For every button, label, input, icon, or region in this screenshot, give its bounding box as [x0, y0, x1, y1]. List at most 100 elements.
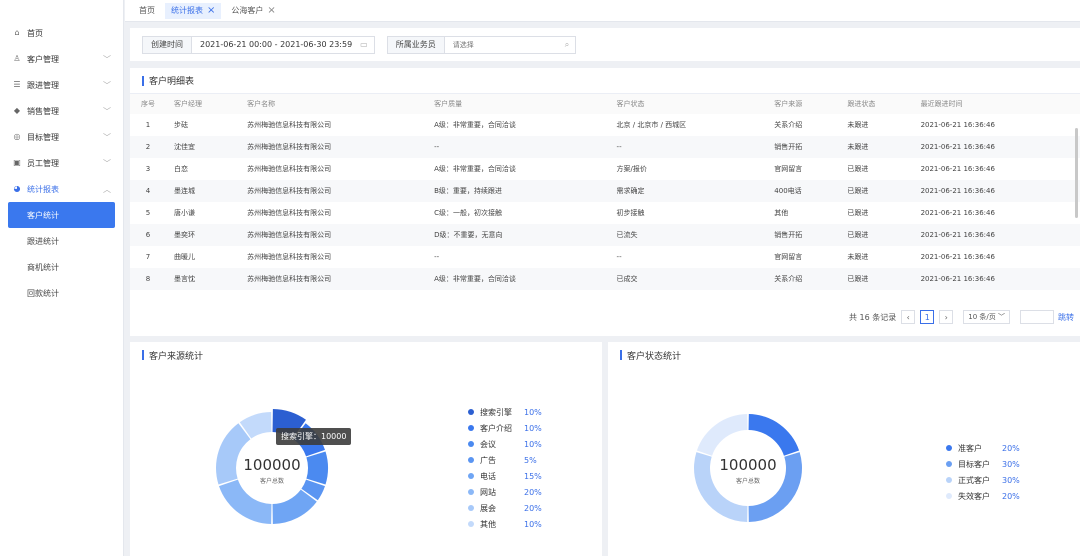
chevron-down-icon: ﹀	[103, 106, 111, 116]
tab-1[interactable]: 统计报表 ×	[165, 2, 222, 19]
column-header[interactable]: 客户经理	[166, 94, 239, 114]
legend-dot-icon	[468, 425, 474, 431]
next-page-button[interactable]: ›	[939, 310, 954, 324]
created-time-value[interactable]: 2021-06-21 00:00 - 2021-06-30 23:59	[192, 40, 360, 49]
table-cell: 苏州梅驰信息科技有限公司	[247, 187, 332, 195]
sidebar-item-5[interactable]: ▣ 员工管理 ﹀	[0, 150, 123, 176]
table-cell: 北京 / 北京市 / 西城区	[616, 121, 687, 129]
tab-2[interactable]: 公海客户 ×	[225, 3, 281, 19]
table-cell: 8	[145, 275, 151, 283]
column-header[interactable]: 客户质量	[426, 94, 608, 114]
table-cell: 2021-06-21 16:36:46	[920, 209, 995, 217]
legend-item[interactable]: 电话 15%	[468, 468, 542, 484]
legend-item[interactable]: 失效客户 20%	[946, 488, 1020, 504]
tab-label: 统计报表	[171, 6, 203, 15]
sidebar-subitem-2[interactable]: 商机统计	[0, 254, 123, 280]
sidebar-item-0[interactable]: ⌂ 首页	[0, 20, 123, 46]
column-header[interactable]: 客户来源	[766, 94, 839, 114]
donut-slice[interactable]	[219, 479, 272, 524]
table-cell: 其他	[774, 209, 789, 217]
legend-item[interactable]: 会议 10%	[468, 436, 542, 452]
table-row[interactable]: 6 墨奕环 苏州梅驰信息科技有限公司 D级：不重要，无意向 已流失 销售开拓 已跟进 2021…	[130, 224, 1080, 246]
table-cell: 需求确定	[616, 187, 645, 195]
total-records: 共 16 条记录	[849, 312, 897, 322]
source-total-label: 客户总数	[259, 478, 284, 485]
table-cell: 2021-06-21 16:36:46	[920, 165, 995, 173]
page-1-button[interactable]: 1	[920, 310, 935, 324]
legend-item[interactable]: 正式客户 30%	[946, 472, 1020, 488]
legend-item[interactable]: 其他 10%	[468, 516, 542, 532]
salesman-label: 所属业务员	[387, 36, 445, 53]
diamond-icon: ◆	[13, 106, 21, 115]
table-row[interactable]: 7 曲暖儿 苏州梅驰信息科技有限公司 -- -- 官网留言 未跟进 2021-06-21 16…	[130, 246, 1080, 268]
close-icon[interactable]: ×	[207, 5, 215, 16]
table-cell: 白恋	[174, 165, 188, 173]
table-row[interactable]: 2 沈佳宜 苏州梅驰信息科技有限公司 -- -- 销售开拓 未跟进 2021-06-21 16…	[130, 136, 1080, 158]
legend-label: 正式客户	[958, 475, 990, 485]
sidebar-item-6[interactable]: ◕ 统计报表 ︿	[0, 176, 123, 202]
column-header[interactable]: 跟进状态	[839, 94, 912, 114]
sidebar-item-label: 员工管理	[27, 158, 59, 168]
created-time-filter[interactable]: 创建时间 2021-06-21 00:00 - 2021-06-30 23:59…	[142, 35, 375, 54]
sidebar-subitem-3[interactable]: 回款统计	[0, 280, 123, 306]
chevron-down-icon: ﹀	[103, 158, 111, 168]
donut-slice[interactable]	[748, 414, 800, 456]
table-cell: 官网留言	[774, 165, 803, 173]
status-total-label: 客户总数	[735, 478, 760, 485]
table-row[interactable]: 4 墨连城 苏州梅驰信息科技有限公司 B级：重要，持续跟进 需求确定 400电话 已跟进 20…	[130, 180, 1080, 202]
legend-item[interactable]: 准客户 20%	[946, 440, 1020, 456]
filter-bar: 创建时间 2021-06-21 00:00 - 2021-06-30 23:59…	[130, 28, 1080, 61]
table-cell: 已跟进	[847, 231, 869, 239]
source-total-number: 100000	[243, 456, 301, 474]
jump-button[interactable]: 跳转	[1058, 312, 1074, 323]
table-cell: A级：非常重要，合同洽谈	[434, 121, 516, 129]
sidebar-subitem-1[interactable]: 跟进统计	[0, 228, 123, 254]
legend-dot-icon	[468, 409, 474, 415]
card-icon: ▣	[13, 158, 21, 167]
table-cell: C级：一般，初次接触	[434, 209, 502, 217]
table-cell: --	[434, 143, 440, 151]
status-stats-title: 客户状态统计	[608, 342, 1080, 368]
table-cell: 初步接触	[616, 209, 645, 217]
chevron-down-icon: ﹀	[103, 132, 111, 142]
sidebar-item-3[interactable]: ◆ 销售管理 ﹀	[0, 98, 123, 124]
legend-item[interactable]: 搜索引擎 10%	[468, 404, 542, 420]
table-row[interactable]: 5 唐小谦 苏州梅驰信息科技有限公司 C级：一般，初次接触 初步接触 其他 已跟进 2021-…	[130, 202, 1080, 224]
table-cell: 2021-06-21 16:36:46	[920, 121, 995, 129]
legend-item[interactable]: 目标客户 30%	[946, 456, 1020, 472]
legend-item[interactable]: 展会 20%	[468, 500, 542, 516]
column-header[interactable]: 最近跟进时间	[913, 94, 1080, 114]
column-header[interactable]: 客户状态	[609, 94, 767, 114]
legend-item[interactable]: 客户介绍 10%	[468, 420, 542, 436]
status-stats-card: 客户状态统计 100000 客户总数 准客户 20% 目标客户 30% 正式客户 30% 失…	[608, 342, 1080, 556]
legend-item[interactable]: 网站 20%	[468, 484, 542, 500]
tab-label: 首页	[139, 6, 155, 15]
table-cell: 销售开拓	[774, 143, 803, 151]
table-scrollbar[interactable]	[1075, 128, 1078, 218]
sidebar-item-1[interactable]: ♙ 客户管理 ﹀	[0, 46, 123, 72]
user-icon: ♙	[13, 54, 21, 63]
table-row[interactable]: 1 步砝 苏州梅驰信息科技有限公司 A级：非常重要，合同洽谈 北京 / 北京市 / 西城…	[130, 114, 1080, 136]
sidebar-item-2[interactable]: ☰ 跟进管理 ﹀	[0, 72, 123, 98]
sidebar-item-label: 销售管理	[27, 106, 59, 116]
table-row[interactable]: 3 白恋 苏州梅驰信息科技有限公司 A级：非常重要，合同洽谈 方案/报价 官网留言 已跟进 2…	[130, 158, 1080, 180]
legend-label: 电话	[480, 471, 496, 481]
salesman-select-input[interactable]	[444, 36, 565, 53]
legend-value: 10%	[524, 439, 542, 449]
column-header[interactable]: 客户名称	[239, 94, 426, 114]
legend-dot-icon	[468, 489, 474, 495]
table-cell: 关系介绍	[774, 275, 803, 283]
sidebar-item-4[interactable]: ◎ 目标管理 ﹀	[0, 124, 123, 150]
column-header[interactable]: 序号	[130, 94, 166, 114]
jump-page-input[interactable]	[1020, 310, 1054, 324]
legend-item[interactable]: 广告 5%	[468, 452, 542, 468]
prev-page-button[interactable]: ‹	[901, 310, 916, 324]
legend-dot-icon	[468, 473, 474, 479]
close-icon[interactable]: ×	[267, 5, 275, 16]
table-row[interactable]: 8 墨言忱 苏州梅驰信息科技有限公司 A级：非常重要，合同洽谈 已成交 关系介绍 已跟进 20…	[130, 268, 1080, 290]
sidebar-subitem-0[interactable]: 客户统计	[8, 202, 115, 228]
tab-0[interactable]: 首页	[133, 3, 161, 19]
salesman-filter[interactable]: 所属业务员 ⌕	[386, 35, 577, 54]
donut-slice[interactable]	[696, 414, 748, 456]
page-size-select[interactable]: 10 条/页 ﹀	[963, 310, 1010, 324]
